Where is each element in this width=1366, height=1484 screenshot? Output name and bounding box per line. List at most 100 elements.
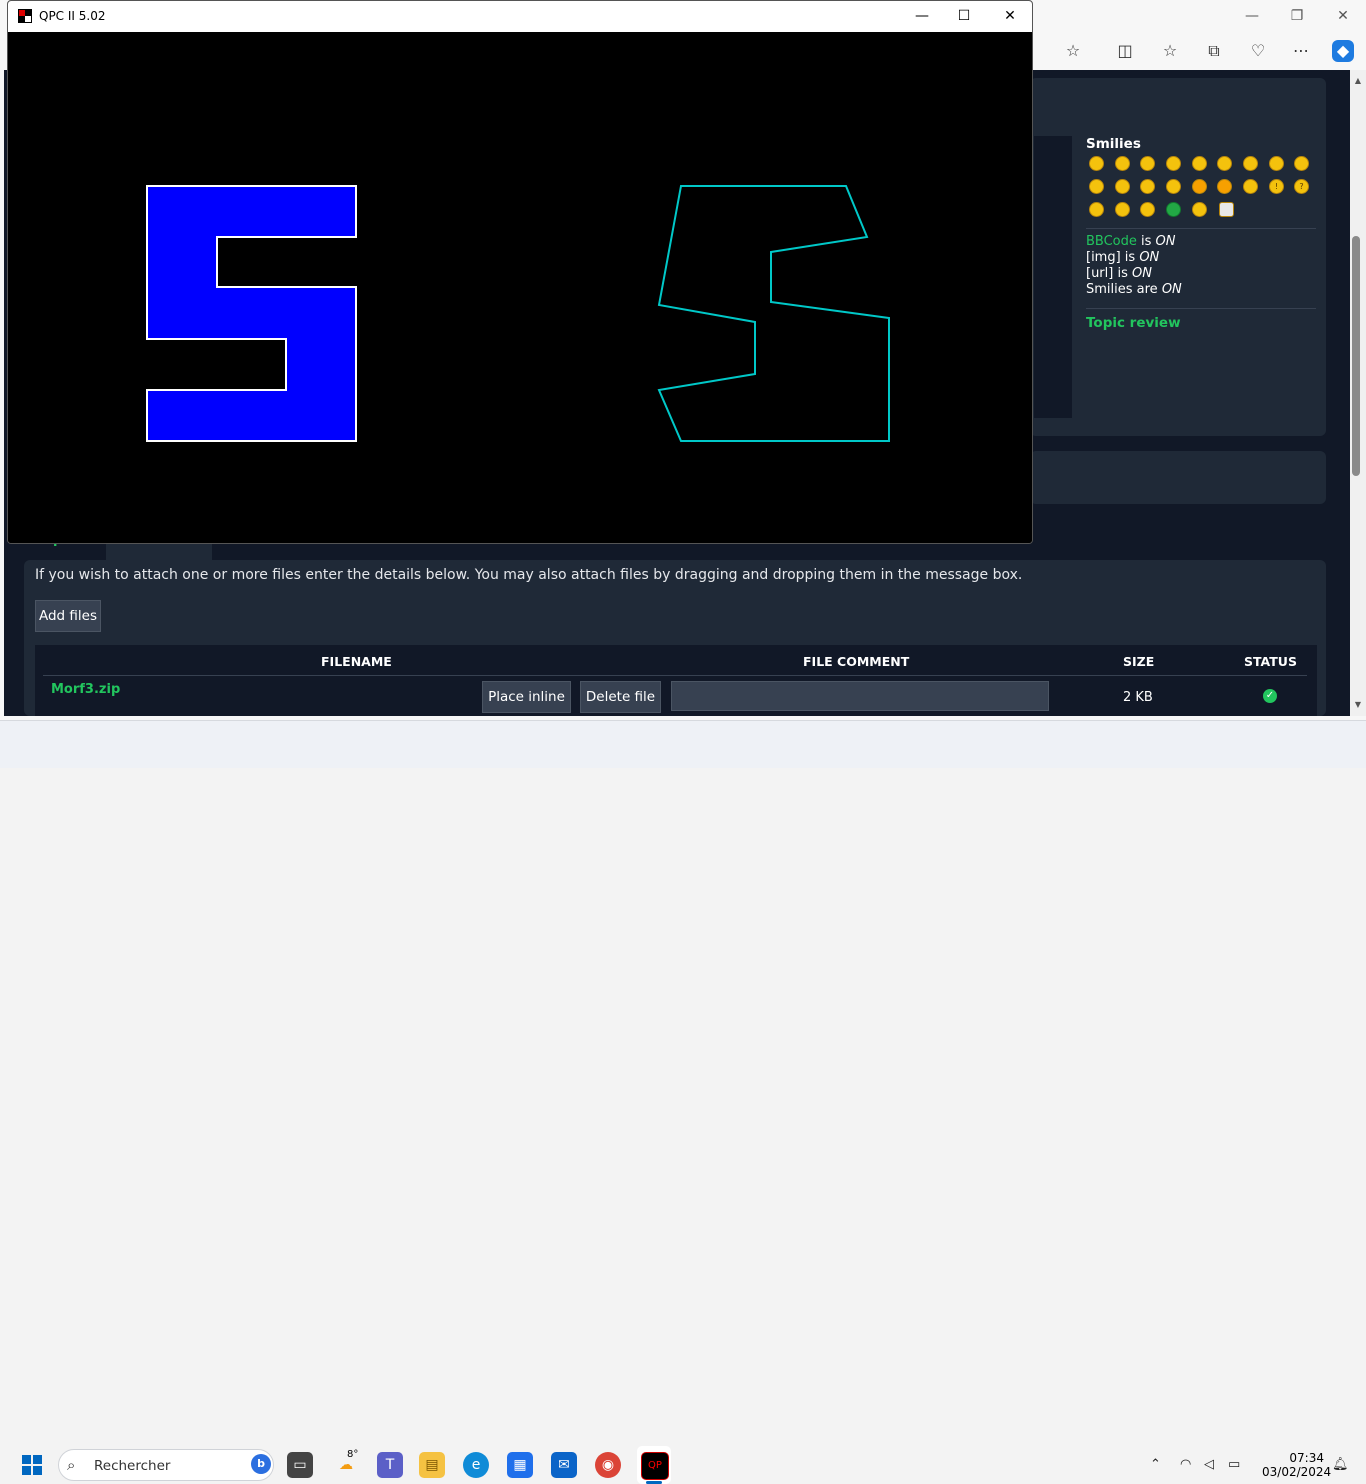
url-state: ON	[1132, 266, 1152, 281]
more-options-icon[interactable]: ⋯	[1290, 40, 1312, 62]
smiley-icon[interactable]	[1115, 156, 1130, 171]
qpc-window-title: QPC II 5.02	[39, 9, 106, 23]
post-editor-panel	[1030, 78, 1326, 436]
bbcode-is-text: is	[1136, 234, 1156, 249]
clock-date: 03/02/2024	[1262, 1465, 1332, 1479]
img-state: ON	[1139, 250, 1160, 265]
favorite-star-icon[interactable]: ☆	[1062, 40, 1084, 62]
edge-icon[interactable]: e	[463, 1452, 489, 1478]
smilies-title: Smilies	[1086, 136, 1141, 152]
browser-restore-button[interactable]: ❐	[1287, 6, 1307, 26]
scroll-down-icon[interactable]: ▼	[1352, 700, 1364, 710]
attachment-filename-link[interactable]: Morf3.zip	[51, 682, 120, 697]
attachments-intro: If you wish to attach one or more files …	[35, 567, 1023, 583]
filename-header: FILENAME	[321, 654, 392, 669]
table-divider	[43, 675, 1307, 676]
start-button[interactable]	[22, 1455, 42, 1475]
img-label: [img] is	[1086, 250, 1140, 265]
qpc-close-button[interactable]: ✕	[998, 6, 1022, 26]
file-explorer-icon[interactable]: ▤	[419, 1452, 445, 1478]
green-smiley-icon[interactable]	[1166, 202, 1181, 217]
status-header: STATUS	[1244, 654, 1297, 669]
smiley-icon[interactable]	[1294, 156, 1309, 171]
arrow-icon[interactable]	[1115, 202, 1130, 217]
notification-bell-icon[interactable]: 🔔︎	[1332, 1457, 1349, 1472]
smiley-icon[interactable]	[1115, 179, 1130, 194]
split-screen-icon[interactable]: ◫	[1114, 40, 1136, 62]
geek-smiley-icon[interactable]	[1219, 202, 1234, 217]
delete-file-button[interactable]: Delete file	[580, 681, 661, 713]
battery-icon[interactable]: ▭	[1228, 1457, 1240, 1472]
qpc-graphics-canvas[interactable]	[8, 32, 1032, 543]
question-icon[interactable]: ?	[1294, 179, 1309, 194]
smiley-icon[interactable]	[1166, 156, 1181, 171]
taskbar-clock[interactable]: 07:34 03/02/2024	[1262, 1451, 1332, 1479]
bbcode-status: BBCode is ON	[1086, 234, 1176, 249]
submit-panel	[1030, 451, 1326, 504]
collections-icon[interactable]: ⧉	[1203, 40, 1225, 62]
taskbar: ⌕ b Rechercher ▭ ☁ 8° T ▤ e ▦ ✉ ◉ QP ⌃ ◠…	[0, 720, 1366, 1484]
search-placeholder: Rechercher	[94, 1458, 171, 1474]
qpc-logo-icon	[18, 9, 32, 23]
tray-chevron-icon[interactable]: ⌃	[1150, 1457, 1161, 1472]
bbcode-link[interactable]: BBCode	[1086, 234, 1137, 249]
wifi-icon[interactable]: ◠	[1180, 1457, 1191, 1472]
topic-review-link[interactable]: Topic review	[1086, 315, 1181, 331]
scroll-up-icon[interactable]: ▲	[1352, 76, 1364, 86]
exclamation-icon[interactable]: !	[1269, 179, 1284, 194]
smiley-icon[interactable]	[1089, 156, 1104, 171]
browser-minimize-button[interactable]: —	[1242, 6, 1262, 26]
smiley-icon[interactable]	[1217, 156, 1232, 171]
smiley-icon[interactable]	[1217, 179, 1232, 194]
smiley-icon[interactable]	[1140, 156, 1155, 171]
idea-icon[interactable]	[1089, 202, 1104, 217]
sidebar-divider	[1086, 228, 1316, 229]
smiley-icon[interactable]	[1192, 202, 1207, 217]
outline-five-shape	[657, 185, 890, 442]
place-inline-button[interactable]: Place inline	[482, 681, 571, 713]
smilies-status: Smilies are ON	[1086, 282, 1182, 297]
qpc-window[interactable]: QPC II 5.02 — ☐ ✕	[7, 0, 1033, 544]
mail-icon[interactable]: ✉	[551, 1452, 577, 1478]
bing-icon[interactable]: b	[251, 1454, 271, 1474]
smiley-icon[interactable]	[1166, 179, 1181, 194]
qpc-minimize-button[interactable]: —	[910, 6, 934, 26]
chrome-icon[interactable]: ◉	[595, 1452, 621, 1478]
search-icon: ⌕	[67, 1456, 76, 1474]
task-view-icon[interactable]: ▭	[287, 1452, 313, 1478]
filled-five-shape	[146, 185, 357, 442]
file-comment-header: FILE COMMENT	[803, 654, 910, 669]
browser-essentials-icon[interactable]: ♡	[1247, 40, 1269, 62]
favorites-icon[interactable]: ☆	[1159, 40, 1181, 62]
url-label: [url] is	[1086, 266, 1132, 281]
qpc-graphics	[146, 185, 890, 442]
add-files-button[interactable]: Add files	[35, 600, 101, 632]
clock-time: 07:34	[1289, 1451, 1324, 1465]
smiley-icon[interactable]	[1192, 156, 1207, 171]
smilies-label: Smilies are	[1086, 282, 1162, 297]
message-textarea[interactable]	[1034, 136, 1072, 418]
volume-icon[interactable]: ◁	[1204, 1457, 1214, 1472]
url-status: [url] is ON	[1086, 266, 1152, 281]
scroll-thumb[interactable]	[1352, 236, 1360, 476]
qpc-title-bar[interactable]: QPC II 5.02 — ☐ ✕	[8, 1, 1032, 32]
smiley-icon[interactable]	[1243, 156, 1258, 171]
weather-temp: 8°	[347, 1449, 359, 1460]
browser-close-button[interactable]: ✕	[1333, 6, 1353, 26]
qpc-maximize-button[interactable]: ☐	[952, 6, 976, 26]
smiley-icon[interactable]	[1243, 179, 1258, 194]
img-status: [img] is ON	[1086, 250, 1159, 265]
file-comment-input[interactable]	[671, 681, 1049, 711]
smiley-icon[interactable]	[1269, 156, 1284, 171]
teams-icon[interactable]: T	[377, 1452, 403, 1478]
qpc-app-icon[interactable]: QP	[641, 1452, 669, 1480]
store-icon[interactable]: ▦	[507, 1452, 533, 1478]
smiley-icon[interactable]	[1089, 179, 1104, 194]
smiley-icon[interactable]	[1192, 179, 1207, 194]
copilot-icon[interactable]: ◆	[1332, 40, 1354, 62]
smiley-icon[interactable]	[1140, 179, 1155, 194]
size-header: SIZE	[1123, 654, 1155, 669]
smilies-state: ON	[1161, 282, 1182, 297]
smiley-icon[interactable]	[1140, 202, 1155, 217]
upload-success-icon: ✓	[1263, 689, 1277, 703]
